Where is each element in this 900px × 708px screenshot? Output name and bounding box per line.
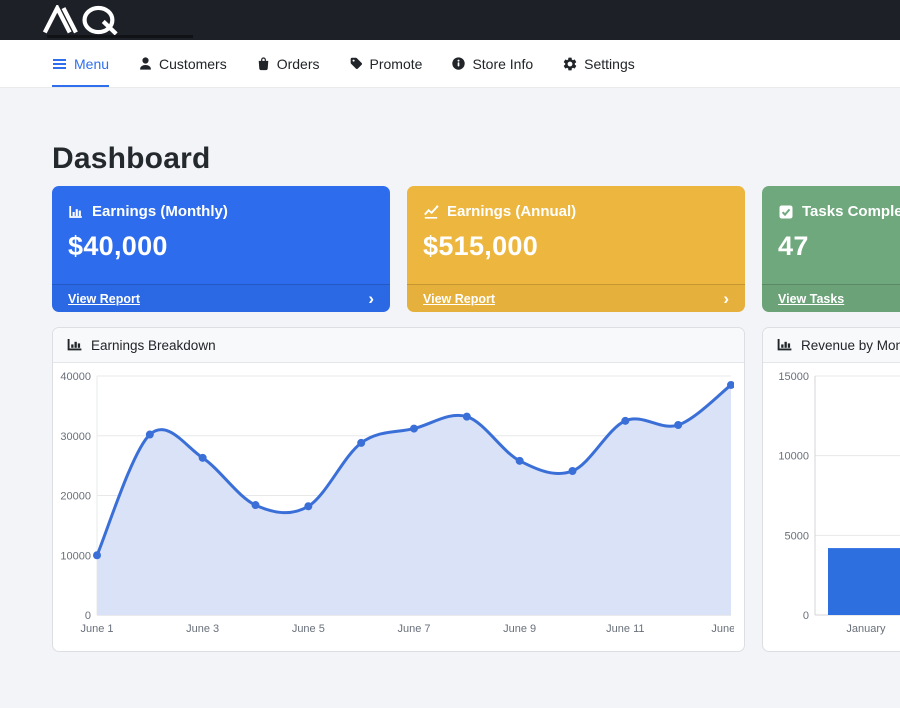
- nav-item-label: Settings: [584, 56, 635, 72]
- card-title: Earnings (Monthly): [92, 203, 228, 220]
- line-chart-icon: [423, 204, 439, 220]
- main-nav: Menu Customers Orders Promote: [0, 40, 900, 88]
- svg-text:June 5: June 5: [292, 623, 325, 635]
- svg-text:40000: 40000: [60, 371, 91, 383]
- panel-revenue-by-month: Revenue by Month 0 5000 10000 15000 January: [762, 327, 900, 652]
- bar-chart-icon: [68, 204, 84, 220]
- card-earnings-monthly: Earnings (Monthly) $40,000 View Report ›: [52, 186, 390, 312]
- svg-text:June 1: June 1: [80, 623, 113, 635]
- card-body: Tasks Completed 47: [762, 186, 900, 262]
- card-footer: View Tasks ›: [762, 284, 900, 312]
- card-title-row: Earnings (Monthly): [68, 203, 374, 220]
- panel-title: Revenue by Month: [801, 338, 900, 353]
- stat-cards-row: Earnings (Monthly) $40,000 View Report ›: [52, 186, 900, 312]
- nav-item-customers[interactable]: Customers: [138, 40, 227, 87]
- view-report-link[interactable]: View Report: [423, 292, 495, 306]
- card-value: $515,000: [423, 231, 729, 262]
- nav-item-store-info[interactable]: Store Info: [451, 40, 533, 87]
- panel-body: 0 10000 20000 30000 40000 June 1 June 3 June 5 J…: [53, 363, 744, 652]
- top-navbar: [0, 0, 900, 40]
- card-footer: View Report ›: [52, 284, 390, 312]
- card-title: Earnings (Annual): [447, 203, 576, 220]
- shopping-bag-icon: [256, 56, 271, 71]
- svg-text:June 9: June 9: [503, 623, 536, 635]
- bar-chart-icon: [67, 337, 83, 353]
- card-title-row: Tasks Completed: [778, 203, 900, 220]
- chevron-right-icon[interactable]: ›: [723, 290, 729, 307]
- nav-item-label: Menu: [74, 56, 109, 72]
- panel-title: Earnings Breakdown: [91, 338, 216, 353]
- chart-panels-row: Earnings Breakdown 0 10000 20000 30000 40000…: [52, 327, 900, 652]
- main-content: Dashboard Earnings (Monthly) $40,000: [0, 142, 900, 652]
- panel-header: Earnings Breakdown: [53, 328, 744, 363]
- nav-item-menu[interactable]: Menu: [52, 40, 109, 87]
- svg-text:June 11: June 11: [606, 623, 644, 635]
- view-tasks-link[interactable]: View Tasks: [778, 292, 844, 306]
- svg-text:10000: 10000: [778, 451, 809, 463]
- panel-header: Revenue by Month: [763, 328, 900, 363]
- nav-item-promote[interactable]: Promote: [349, 40, 423, 87]
- panel-body: 0 5000 10000 15000 January: [763, 363, 900, 652]
- card-body: Earnings (Annual) $515,000: [407, 186, 745, 262]
- person-icon: [138, 56, 153, 71]
- svg-text:10000: 10000: [60, 550, 91, 562]
- svg-text:January: January: [846, 623, 886, 635]
- brand-logo[interactable]: [40, 5, 132, 35]
- svg-text:0: 0: [85, 610, 91, 622]
- svg-text:15000: 15000: [778, 371, 809, 383]
- chevron-right-icon[interactable]: ›: [368, 290, 374, 307]
- card-footer: View Report ›: [407, 284, 745, 312]
- gear-icon: [562, 56, 578, 72]
- svg-text:30000: 30000: [60, 431, 91, 443]
- card-body: Earnings (Monthly) $40,000: [52, 186, 390, 262]
- svg-text:June 3: June 3: [186, 623, 219, 635]
- nav-item-label: Orders: [277, 56, 320, 72]
- svg-text:5000: 5000: [785, 530, 809, 542]
- view-report-link[interactable]: View Report: [68, 292, 140, 306]
- nav-item-label: Promote: [370, 56, 423, 72]
- card-value: 47: [778, 231, 900, 262]
- app-viewport: Menu Customers Orders Promote: [0, 0, 900, 708]
- card-value: $40,000: [68, 231, 374, 262]
- svg-text:June 7: June 7: [397, 623, 430, 635]
- earnings-breakdown-line-chart: 0 10000 20000 30000 40000 June 1 June 3 June 5 J…: [59, 365, 734, 643]
- brand-shadow-line: [47, 35, 193, 38]
- nav-item-label: Store Info: [472, 56, 533, 72]
- card-tasks-completed: Tasks Completed 47 View Tasks ›: [762, 186, 900, 312]
- svg-text:20000: 20000: [60, 491, 91, 503]
- hamburger-icon: [52, 57, 68, 71]
- page-title: Dashboard: [52, 142, 900, 176]
- info-circle-icon: [451, 56, 466, 71]
- svg-text:June 13: June 13: [711, 623, 734, 635]
- nav-item-settings[interactable]: Settings: [562, 40, 635, 87]
- card-title: Tasks Completed: [802, 203, 900, 220]
- nav-item-label: Customers: [159, 56, 227, 72]
- tag-icon: [349, 56, 364, 71]
- revenue-by-month-bar-chart: 0 5000 10000 15000 January: [769, 365, 900, 643]
- nav-item-orders[interactable]: Orders: [256, 40, 320, 87]
- check-square-icon: [778, 204, 794, 220]
- svg-text:0: 0: [803, 610, 809, 622]
- card-earnings-annual: Earnings (Annual) $515,000 View Report ›: [407, 186, 745, 312]
- panel-earnings-breakdown: Earnings Breakdown 0 10000 20000 30000 40000…: [52, 327, 745, 652]
- card-title-row: Earnings (Annual): [423, 203, 729, 220]
- bar-chart-icon: [777, 337, 793, 353]
